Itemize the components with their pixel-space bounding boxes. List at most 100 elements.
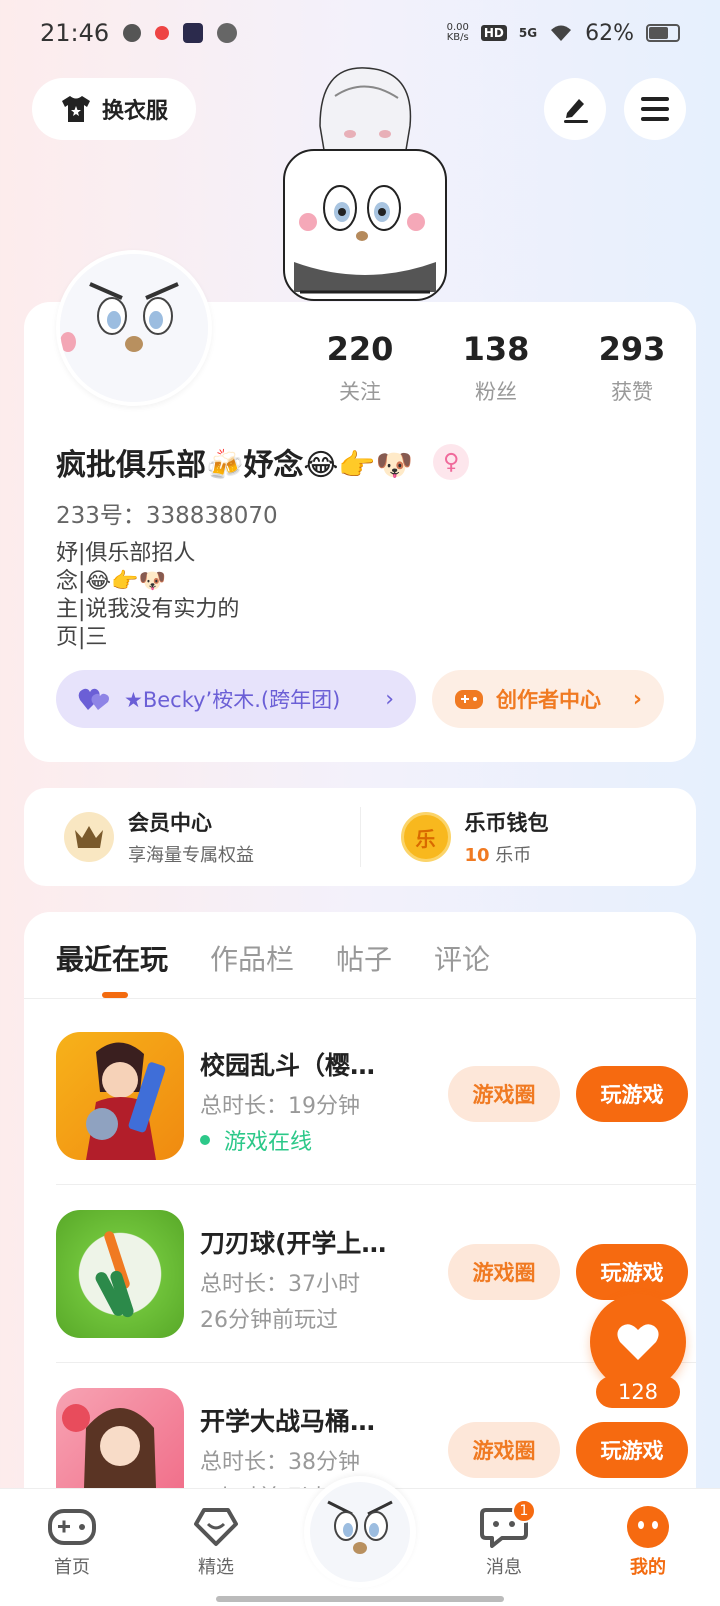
nav-mine-label: 我的 bbox=[630, 1557, 666, 1578]
user-bio: 妤|俱乐部招人 念|😂👉🐶 主|说我没有实力的 页|三 bbox=[56, 540, 239, 652]
nav-home-label: 首页 bbox=[54, 1557, 90, 1578]
tab-divider bbox=[24, 998, 696, 999]
game-circle-button[interactable]: 游戏圈 bbox=[448, 1244, 560, 1300]
signal-5g-icon: 5G bbox=[518, 26, 538, 40]
nav-home[interactable]: 首页 bbox=[32, 1505, 112, 1579]
game-status: 26分钟前玩过 bbox=[200, 1302, 338, 1334]
game-status: 游戏在线 bbox=[200, 1124, 312, 1156]
game-row[interactable]: 校园乱斗（樱… 总时长：19分钟 游戏在线 游戏圈 玩游戏 bbox=[56, 1032, 696, 1208]
play-game-button[interactable]: 玩游戏 bbox=[576, 1244, 688, 1300]
stat-followers-count: 138 bbox=[462, 330, 530, 368]
app-notification-icon bbox=[123, 24, 142, 42]
vip-title: 会员中心 bbox=[128, 811, 212, 835]
status-right: 0.00 KB/s HD 5G 62% bbox=[447, 21, 680, 46]
battery-percent: 62% bbox=[585, 20, 634, 46]
content-tabs: 最近在玩 作品栏 帖子 评论 bbox=[56, 938, 490, 978]
membership-card: 会员中心 享海量专属权益 乐 乐币钱包 10 乐币 bbox=[24, 788, 696, 886]
nav-featured[interactable]: 精选 bbox=[176, 1505, 256, 1579]
tab-posts[interactable]: 帖子 bbox=[336, 938, 392, 978]
gamepad-icon bbox=[455, 690, 483, 709]
wallet-entry[interactable]: 乐 乐币钱包 10 乐币 bbox=[361, 807, 697, 867]
menu-button[interactable] bbox=[624, 78, 686, 140]
chevron-right-icon: › bbox=[385, 686, 394, 712]
creator-center-button[interactable]: 创作者中心 › bbox=[432, 670, 664, 728]
pen-icon bbox=[564, 99, 588, 123]
wallet-balance: 10 乐币 bbox=[465, 841, 549, 867]
bio-line: 妤|俱乐部招人 bbox=[56, 541, 196, 566]
status-left: 21:46 bbox=[40, 19, 238, 47]
tab-works[interactable]: 作品栏 bbox=[210, 938, 294, 978]
battery-icon bbox=[646, 24, 680, 42]
mine-face-icon bbox=[624, 1505, 672, 1549]
bio-line: 念|😂👉🐶 bbox=[56, 569, 166, 594]
avatar-image bbox=[60, 254, 208, 402]
wallet-title: 乐币钱包 bbox=[464, 811, 549, 835]
home-indicator[interactable] bbox=[216, 1596, 504, 1602]
nav-messages[interactable]: 1 消息 bbox=[464, 1499, 544, 1579]
heart-diamond-icon bbox=[192, 1505, 240, 1549]
game-title: 开学大战马桶… bbox=[200, 1407, 376, 1436]
edit-profile-button[interactable] bbox=[544, 78, 606, 140]
wallet-unit: 乐币 bbox=[495, 845, 532, 866]
vip-center-entry[interactable]: 会员中心 享海量专属权益 bbox=[24, 807, 360, 867]
tab-comments[interactable]: 评论 bbox=[434, 938, 490, 978]
chat-icon: 1 bbox=[480, 1499, 536, 1549]
game-status-text: 游戏在线 bbox=[224, 1130, 313, 1155]
net-speed: 0.00 KB/s bbox=[447, 23, 469, 43]
user-id: 233号：338838070 bbox=[56, 503, 278, 529]
female-gender-icon: ♀ bbox=[433, 444, 470, 480]
tab-recently-played[interactable]: 最近在玩 bbox=[56, 938, 168, 978]
game-status-text: 26分钟前玩过 bbox=[200, 1308, 338, 1333]
creator-center-label: 创作者中心 bbox=[496, 688, 601, 712]
group-button[interactable]: ★Becky’桉木.(跨年团) › bbox=[56, 670, 416, 728]
group-label: ★Becky’桉木.(跨年团) bbox=[124, 688, 341, 712]
play-game-button[interactable]: 玩游戏 bbox=[576, 1066, 688, 1122]
chevron-right-icon: › bbox=[632, 686, 642, 712]
nav-featured-label: 精选 bbox=[198, 1557, 234, 1578]
game-circle-button[interactable]: 游戏圈 bbox=[448, 1422, 560, 1478]
hd-icon: HD bbox=[480, 25, 507, 41]
wallet-amount: 10 bbox=[464, 845, 490, 866]
video-notification-icon bbox=[183, 23, 204, 43]
user-nickname-row: 疯批俱乐部🍻妤念😂👉🐶 ♀ bbox=[56, 440, 470, 484]
stat-likes-count: 293 bbox=[598, 330, 666, 368]
center-avatar-icon bbox=[310, 1482, 410, 1582]
game-icon[interactable] bbox=[56, 1032, 184, 1160]
nav-center-avatar-button[interactable] bbox=[304, 1476, 416, 1588]
status-bar: 21:46 0.00 KB/s HD 5G 62% bbox=[0, 0, 720, 66]
game-title: 校园乱斗（樱… bbox=[200, 1051, 376, 1080]
row-divider bbox=[56, 1184, 696, 1185]
game-icon[interactable] bbox=[56, 1210, 184, 1338]
gamepad-nav-icon bbox=[48, 1505, 96, 1549]
game-duration: 总时长：37小时 bbox=[200, 1272, 360, 1297]
net-speed-unit: KB/s bbox=[446, 32, 469, 43]
avatar-character-figure[interactable] bbox=[280, 66, 450, 302]
game-circle-button[interactable]: 游戏圈 bbox=[448, 1066, 560, 1122]
tshirt-icon bbox=[61, 96, 90, 122]
play-game-button[interactable]: 玩游戏 bbox=[576, 1422, 688, 1478]
like-count: 128 bbox=[596, 1376, 680, 1408]
wifi-icon bbox=[551, 25, 572, 41]
nav-mine[interactable]: 我的 bbox=[608, 1505, 688, 1579]
online-dot-icon bbox=[200, 1135, 210, 1145]
battery-fill bbox=[649, 27, 668, 39]
coin-icon-char: 乐 bbox=[415, 826, 436, 851]
robot-notification-icon bbox=[217, 23, 238, 43]
nav-messages-label: 消息 bbox=[486, 1557, 522, 1578]
location-notification-icon bbox=[155, 26, 170, 40]
stat-followers[interactable]: 138 粉丝 bbox=[428, 330, 564, 406]
user-avatar[interactable] bbox=[56, 250, 212, 406]
character-illustration bbox=[283, 67, 447, 301]
stat-followers-label: 粉丝 bbox=[475, 380, 517, 404]
game-duration: 总时长：19分钟 bbox=[200, 1094, 360, 1119]
bio-line: 主|说我没有实力的 bbox=[56, 597, 240, 622]
game-duration: 总时长：38分钟 bbox=[200, 1450, 360, 1475]
menu-icon bbox=[641, 97, 669, 121]
stat-likes-label: 获赞 bbox=[611, 380, 653, 404]
vip-subtitle: 享海量专属权益 bbox=[128, 845, 254, 866]
change-outfit-button[interactable]: 换衣服 bbox=[32, 78, 196, 140]
stat-following[interactable]: 220 关注 bbox=[292, 330, 428, 406]
stat-likes[interactable]: 293 获赞 bbox=[564, 330, 700, 406]
profile-stats: 220 关注 138 粉丝 293 获赞 bbox=[292, 330, 700, 406]
stat-following-count: 220 bbox=[326, 330, 394, 368]
